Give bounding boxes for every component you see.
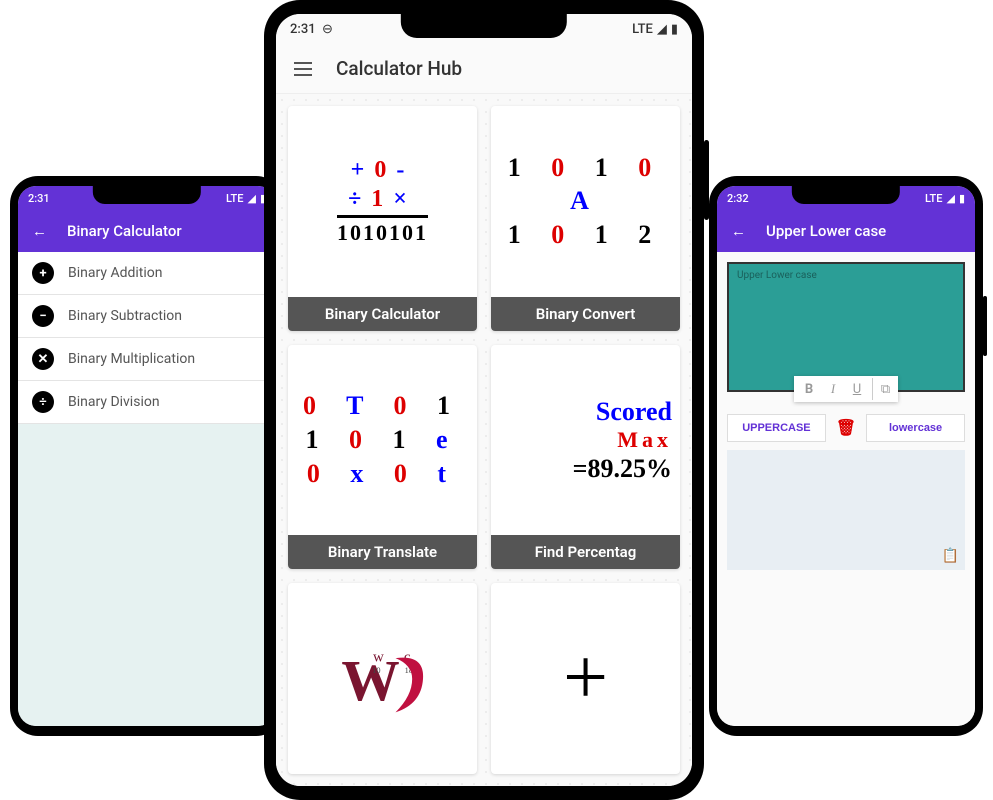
plus-icon: +	[32, 262, 54, 284]
signal-icon: ◢	[657, 22, 667, 37]
underline-button[interactable]: U	[846, 378, 868, 400]
phone-calculator-hub: 2:31 ⊖ LTE ◢ ▮ Calculator Hub +0- ÷1× 10…	[264, 0, 704, 800]
signal-icon: ◢	[946, 192, 954, 205]
app-bar: Upper Lower case	[717, 210, 975, 252]
list-item-label: Binary Multiplication	[68, 351, 195, 367]
list-item-label: Binary Division	[68, 394, 160, 410]
card-binary-calculator[interactable]: +0- ÷1× 1010101 Binary Calculator	[288, 106, 477, 331]
delete-button[interactable]: 🗑	[830, 418, 862, 438]
plus-icon: +	[491, 583, 680, 774]
phone-binary-calculator: 2:31 LTE ◢ ▮ Binary Calculator + Binary …	[10, 176, 284, 736]
card-word-count[interactable]: W w c 10 18	[288, 583, 477, 774]
italic-button[interactable]: I	[822, 378, 844, 400]
card-label: Binary Calculator	[288, 297, 477, 331]
hub-grid: +0- ÷1× 1010101 Binary Calculator 1 0 1 …	[276, 94, 692, 786]
app-bar: Calculator Hub	[276, 44, 692, 94]
status-time: 2:31	[290, 22, 316, 37]
card-binary-converter[interactable]: 1 0 1 0 A 1 0 1 2 Binary Convert	[491, 106, 680, 331]
bold-button[interactable]: B	[798, 378, 820, 400]
status-network: LTE	[925, 192, 943, 205]
placeholder-text: Upper Lower case	[737, 270, 817, 281]
card-label: Binary Convert	[491, 297, 680, 331]
paste-icon[interactable]: 📋	[942, 548, 959, 564]
card-image: W w c 10 18	[288, 583, 477, 774]
status-network: LTE	[226, 192, 244, 205]
list-item-addition[interactable]: + Binary Addition	[18, 252, 276, 295]
back-icon[interactable]	[32, 222, 47, 240]
text-input[interactable]: Upper Lower case B I U ⧉	[727, 262, 965, 392]
copy-button[interactable]: ⧉	[872, 378, 894, 400]
list-item-subtraction[interactable]: − Binary Subtraction	[18, 295, 276, 338]
list-item-label: Binary Addition	[68, 265, 162, 281]
uppercase-button[interactable]: UPPERCASE	[727, 414, 826, 442]
list-item-division[interactable]: ÷ Binary Division	[18, 381, 276, 424]
card-label: Find Percentag	[491, 535, 680, 569]
card-image: Scored Max =89.25%	[491, 345, 680, 536]
svg-text:w: w	[373, 649, 384, 665]
divide-icon: ÷	[32, 391, 54, 413]
page-title: Upper Lower case	[766, 222, 886, 240]
list-item-multiplication[interactable]: ✕ Binary Multiplication	[18, 338, 276, 381]
phone-upper-lower-case: 2:32 LTE ◢ ▮ Upper Lower case Upper Lowe…	[709, 176, 983, 736]
card-find-percentage[interactable]: Scored Max =89.25% Find Percentag	[491, 345, 680, 570]
action-row: UPPERCASE 🗑 lowercase	[727, 414, 965, 442]
page-title: Calculator Hub	[336, 57, 462, 80]
battery-icon: ▮	[671, 22, 678, 37]
card-image: 1 0 1 0 A 1 0 1 2	[491, 106, 680, 297]
card-plus[interactable]: +	[491, 583, 680, 774]
svg-text:W: W	[341, 647, 399, 712]
operation-list: + Binary Addition − Binary Subtraction ✕…	[18, 252, 276, 726]
card-image: +0- ÷1× 1010101	[288, 106, 477, 297]
status-network: LTE	[632, 22, 653, 37]
lowercase-button[interactable]: lowercase	[866, 414, 965, 442]
back-icon[interactable]	[731, 222, 746, 240]
menu-icon[interactable]	[294, 62, 312, 76]
card-image: 0 T 0 1 1 0 1 e 0 x 0 t	[288, 345, 477, 536]
signal-icon: ◢	[247, 192, 255, 205]
battery-icon: ▮	[959, 192, 965, 205]
multiply-icon: ✕	[32, 348, 54, 370]
status-time: 2:32	[727, 192, 749, 205]
format-toolbar: B I U ⧉	[794, 376, 898, 402]
app-bar: Binary Calculator	[18, 210, 276, 252]
minus-icon: −	[32, 305, 54, 327]
status-time: 2:31	[28, 192, 50, 205]
output-box: 📋	[727, 450, 965, 570]
page-title: Binary Calculator	[67, 222, 182, 240]
card-label: Binary Translate	[288, 535, 477, 569]
card-binary-translate[interactable]: 0 T 0 1 1 0 1 e 0 x 0 t Binary Translate	[288, 345, 477, 570]
list-item-label: Binary Subtraction	[68, 308, 182, 324]
svg-text:10: 10	[372, 666, 380, 675]
